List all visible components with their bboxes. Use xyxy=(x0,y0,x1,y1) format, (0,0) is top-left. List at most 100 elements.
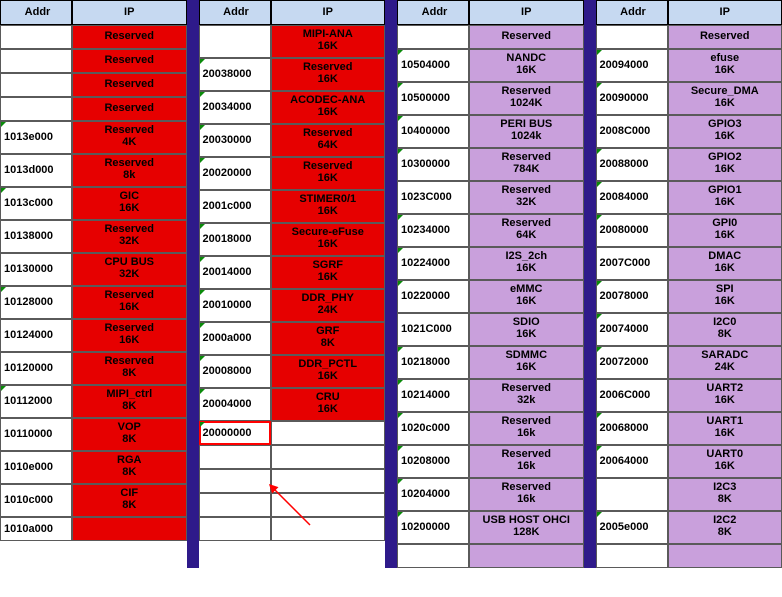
ip-cell xyxy=(668,544,782,568)
addr-cell: 1013e000 xyxy=(0,121,72,154)
ip-label: Reserved32k xyxy=(501,383,551,406)
ip-cell: Reserved8k xyxy=(72,154,187,187)
memory-row: 10110000VOP8K xyxy=(0,418,187,451)
memory-row: 20080000GPI016K xyxy=(596,214,782,247)
addr-cell: 20014000 xyxy=(199,256,271,289)
memory-row: 10112000MIPI_ctrl8K xyxy=(0,385,187,418)
memory-row: 10130000CPU BUS32K xyxy=(0,253,187,286)
memory-row: 20008000 DDR_PCTL16K xyxy=(199,355,386,388)
addr-cell xyxy=(199,445,271,469)
memory-row: 2005e000I2C28K xyxy=(596,511,782,544)
memory-row: 10400000PERI BUS1024k xyxy=(397,115,584,148)
memory-row xyxy=(199,493,386,517)
addr-cell: 10504000 xyxy=(397,49,469,82)
ip-label: DDR_PHY24K xyxy=(301,293,354,316)
addr-cell: 10214000 xyxy=(397,379,469,412)
ip-label: Reserved784K xyxy=(501,152,551,175)
ip-cell: UART116K xyxy=(668,412,782,445)
ip-label: MIPI-ANA16K xyxy=(303,29,353,52)
addr-cell: 10128000 xyxy=(0,286,72,319)
memory-row: 1013c000GIC16K xyxy=(0,187,187,220)
ip-cell: Reserved16K xyxy=(72,286,187,319)
ip-cell: GPI016K xyxy=(668,214,782,247)
ip-cell: Secure-eFuse16K xyxy=(271,223,386,256)
ip-label: Reserved xyxy=(700,31,750,43)
memory-row: 20014000SGRF16K xyxy=(199,256,386,289)
memory-row: Reserved xyxy=(397,25,584,49)
ip-cell: Reserved xyxy=(469,25,584,49)
ip-cell: DDR_PHY24K xyxy=(271,289,386,322)
ip-label: Reserved32K xyxy=(104,224,154,247)
addr-cell: 20080000 xyxy=(596,214,668,247)
addr-cell: 20008000 xyxy=(199,355,271,388)
ip-label: STIMER0/116K xyxy=(299,194,356,217)
addr-cell xyxy=(199,25,271,58)
ip-cell: RGA8K xyxy=(72,451,187,484)
addr-cell: 20000000 xyxy=(199,421,271,445)
ip-cell xyxy=(271,421,386,445)
ip-cell: GRF8K xyxy=(271,322,386,355)
ip-cell: Reserved32K xyxy=(72,220,187,253)
ip-cell xyxy=(271,469,386,493)
ip-cell: CPU BUS32K xyxy=(72,253,187,286)
ip-label: PERI BUS1024k xyxy=(500,119,552,142)
ip-cell: VOP8K xyxy=(72,418,187,451)
ip-cell xyxy=(271,445,386,469)
addr-cell xyxy=(397,25,469,49)
memory-row: 20078000SPI16K xyxy=(596,280,782,313)
ip-label: USB HOST OHCI128K xyxy=(483,515,570,538)
memory-row: 2008C000GPIO316K xyxy=(596,115,782,148)
addr-cell: 2000a000 xyxy=(199,322,271,355)
memory-row: 10208000Reserved16k xyxy=(397,445,584,478)
header-addr: Addr xyxy=(199,0,271,25)
ip-label: DDR_PCTL16K xyxy=(298,359,357,382)
addr-cell: 20004000 xyxy=(199,388,271,421)
addr-cell: 20078000 xyxy=(596,280,668,313)
ip-label: Reserved8k xyxy=(104,158,154,181)
memory-row: 1023C000Reserved32K xyxy=(397,181,584,214)
addr-cell: 2008C000 xyxy=(596,115,668,148)
ip-cell: Reserved64K xyxy=(469,214,584,247)
ip-cell: USB HOST OHCI128K xyxy=(469,511,584,544)
ip-label: CRU16K xyxy=(316,392,340,415)
ip-cell: CIF8K xyxy=(72,484,187,517)
addr-cell: 1023C000 xyxy=(397,181,469,214)
header-addr: Addr xyxy=(0,0,72,25)
memory-row: 20020000Reserved16K xyxy=(199,157,386,190)
addr-cell: 10200000 xyxy=(397,511,469,544)
ip-cell: Reserved xyxy=(72,73,187,97)
ip-label: I2S_2ch16K xyxy=(505,251,547,274)
memory-row: 20090000Secure_DMA16K xyxy=(596,82,782,115)
memory-row: Reserved xyxy=(596,25,782,49)
memory-row: 1010c000CIF8K xyxy=(0,484,187,517)
memory-row xyxy=(596,544,782,568)
memory-map-pane: AddrIPReserved10504000NANDC16K10500000Re… xyxy=(397,0,584,568)
addr-cell xyxy=(199,517,271,541)
memory-row xyxy=(199,445,386,469)
ip-label: UART016K xyxy=(706,449,743,472)
memory-row: 20064000UART016K xyxy=(596,445,782,478)
addr-cell: 10130000 xyxy=(0,253,72,286)
column-header-row: AddrIP xyxy=(199,0,386,25)
ip-cell: GPIO216K xyxy=(668,148,782,181)
ip-label: SARADC24K xyxy=(701,350,748,373)
memory-row: 20068000UART116K xyxy=(596,412,782,445)
memory-row xyxy=(397,544,584,568)
ip-label: eMMC16K xyxy=(510,284,542,307)
ip-label: GPIO216K xyxy=(708,152,742,175)
ip-label: Reserved64K xyxy=(303,128,353,151)
ip-label: Reserved16K xyxy=(104,323,154,346)
memory-row: 10138000Reserved32K xyxy=(0,220,187,253)
header-ip: IP xyxy=(668,0,782,25)
ip-cell: Reserved16K xyxy=(271,58,386,91)
addr-cell: 20020000 xyxy=(199,157,271,190)
header-ip: IP xyxy=(271,0,386,25)
addr-cell: 20018000 xyxy=(199,223,271,256)
header-addr: Addr xyxy=(397,0,469,25)
memory-row: 1020c000Reserved16k xyxy=(397,412,584,445)
ip-cell: Reserved16k xyxy=(469,445,584,478)
ip-label: DMAC16K xyxy=(708,251,741,274)
memory-row: 20094000efuse16K xyxy=(596,49,782,82)
ip-cell: SGRF16K xyxy=(271,256,386,289)
ip-label: Reserved xyxy=(104,103,154,115)
